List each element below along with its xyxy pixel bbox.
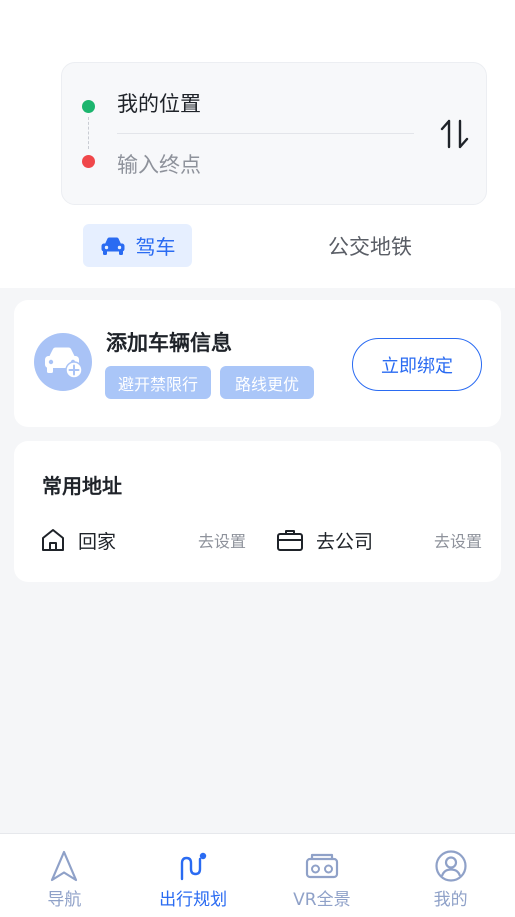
home-icon [42,529,64,551]
nav-item-vr-panorama[interactable]: VR全景 [258,834,387,917]
route-divider [117,133,414,134]
add-car-icon [45,347,83,379]
navigation-arrow-icon [51,850,78,882]
common-address-title: 常用地址 [42,474,122,498]
swap-arrows-icon [440,119,469,149]
route-input-card: 我的位置 [61,62,487,205]
nav-label-mine: 我的 [433,890,468,910]
nav-item-mine[interactable]: 我的 [386,834,515,917]
swap-route-button[interactable] [436,115,474,153]
tab-transit-label: 公交地铁 [328,234,412,259]
nav-label-navigation: 导航 [47,890,82,910]
tab-drive[interactable]: 驾车 [83,224,192,267]
nav-label-vr-panorama: VR全景 [293,890,351,910]
travel-mode-tabs: 驾车 公交地铁 [0,224,515,270]
vehicle-title: 添加车辆信息 [106,331,232,355]
address-work-item[interactable]: 去公司 去设置 [276,524,482,556]
tab-drive-label: 驾车 [135,235,176,259]
user-profile-icon [435,850,467,882]
common-address-card: 常用地址 回家 去设置 去公司 去设置 [14,441,501,582]
end-point-dot [82,155,95,168]
vr-glasses-icon [305,853,338,879]
car-icon [101,237,124,255]
route-plan-icon [180,852,207,881]
nav-item-trip-planning[interactable]: 出行规划 [129,834,258,917]
destination-input[interactable] [117,149,397,181]
nav-item-navigation[interactable]: 导航 [0,834,129,917]
vehicle-info-card: 添加车辆信息 避开禁限行 路线更优 立即绑定 [14,300,501,427]
bottom-nav: 导航 出行规划 VR全景 我的 [0,833,515,917]
tab-transit[interactable]: 公交地铁 [305,224,435,267]
top-area: 我的位置 驾车 公交地铁 [0,0,515,288]
address-home-setup-link[interactable]: 去设置 [198,528,246,552]
nav-label-trip-planning: 出行规划 [159,890,228,910]
route-connector-line [88,117,89,149]
address-work-label: 去公司 [316,530,374,553]
car-avatar [34,333,92,391]
bind-vehicle-button[interactable]: 立即绑定 [352,338,482,391]
vehicle-tag-better-route: 路线更优 [220,366,314,399]
start-location-field[interactable]: 我的位置 [117,89,201,119]
address-home-item[interactable]: 回家 去设置 [40,524,246,556]
briefcase-icon [277,530,303,551]
vehicle-tag-avoid-restriction: 避开禁限行 [105,366,211,399]
address-work-setup-link[interactable]: 去设置 [434,528,482,552]
address-home-label: 回家 [78,530,117,553]
start-point-dot [82,100,95,113]
